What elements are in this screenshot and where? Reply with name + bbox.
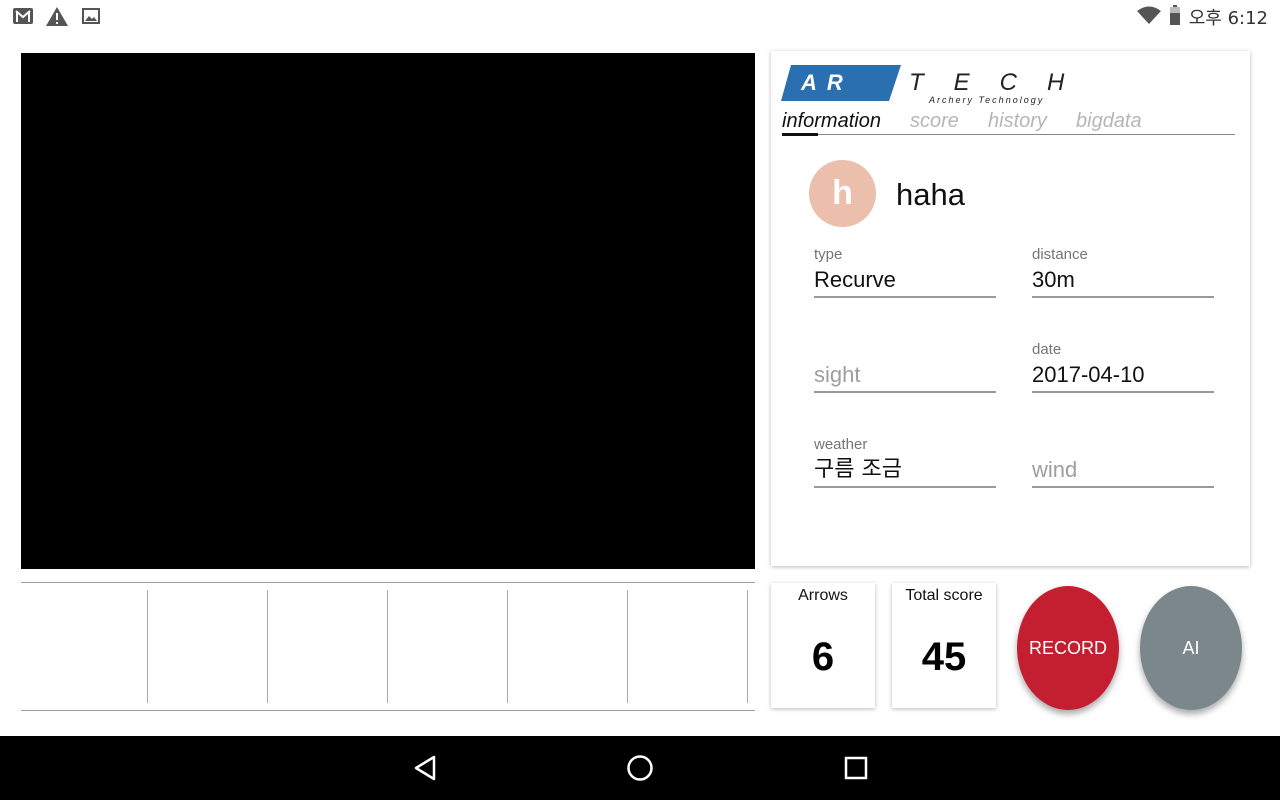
back-icon[interactable] <box>407 750 443 786</box>
arrows-count-box: Arrows 6 <box>771 583 875 708</box>
wind-field[interactable]: wind <box>1032 436 1214 488</box>
distance-field[interactable]: distance 30m <box>1032 246 1214 298</box>
info-card: AR TECH Archery Technology information s… <box>771 51 1250 566</box>
logo-text-ar: AR <box>800 70 853 95</box>
navigation-bar <box>0 736 1280 800</box>
artech-logo: AR TECH Archery Technology <box>781 63 1111 105</box>
weather-field[interactable]: weather 구름 조금 <box>814 436 996 488</box>
date-field[interactable]: date 2017-04-10 <box>1032 341 1214 393</box>
image-icon <box>80 6 102 26</box>
warning-icon <box>46 6 68 26</box>
record-button[interactable]: RECORD <box>1017 586 1119 710</box>
arrow-slot[interactable] <box>148 590 268 703</box>
total-score-box: Total score 45 <box>892 583 996 708</box>
arrows-value: 6 <box>811 635 835 679</box>
recents-icon[interactable] <box>838 750 874 786</box>
arrow-slot[interactable] <box>628 590 748 703</box>
distance-value: 30m <box>1032 267 1075 292</box>
battery-icon <box>1169 4 1181 30</box>
user-name: haha <box>896 177 965 212</box>
camera-preview[interactable] <box>21 53 755 569</box>
date-value: 2017-04-10 <box>1032 362 1145 387</box>
date-label: date <box>1032 341 1062 358</box>
weather-value: 구름 조금 <box>814 457 902 482</box>
arrow-slot[interactable] <box>508 590 628 703</box>
distance-label: distance <box>1032 246 1088 263</box>
status-bar: 오후 6:12 <box>0 0 1280 32</box>
arrow-slots-strip <box>21 582 755 711</box>
tab-history[interactable]: history <box>988 110 1047 133</box>
sight-placeholder: sight <box>814 362 861 387</box>
home-icon[interactable] <box>622 750 658 786</box>
ai-button[interactable]: AI <box>1140 586 1242 710</box>
type-value: Recurve <box>814 267 896 292</box>
avatar: h <box>809 160 876 227</box>
tab-bar: information score history bigdata <box>782 108 1235 136</box>
logo-text-tech: TECH <box>909 69 1094 96</box>
type-label: type <box>814 246 843 263</box>
status-time: 오후 6:12 <box>1188 8 1268 29</box>
arrow-slot[interactable] <box>388 590 508 703</box>
tab-score[interactable]: score <box>910 110 959 133</box>
tab-bigdata[interactable]: bigdata <box>1076 110 1142 133</box>
gmail-icon <box>12 6 34 26</box>
wind-placeholder: wind <box>1032 457 1078 482</box>
tab-information[interactable]: information <box>782 110 881 133</box>
sight-field[interactable]: sight <box>814 341 996 393</box>
arrow-slot[interactable] <box>268 590 388 703</box>
arrow-slot[interactable] <box>21 590 148 703</box>
arrows-label: Arrows <box>798 587 848 604</box>
wifi-icon <box>1136 6 1161 29</box>
total-score-label: Total score <box>905 587 983 604</box>
type-field[interactable]: type Recurve <box>814 246 996 298</box>
logo-tagline: Archery Technology <box>928 95 1044 105</box>
total-score-value: 45 <box>921 635 967 679</box>
tab-indicator <box>782 133 818 136</box>
